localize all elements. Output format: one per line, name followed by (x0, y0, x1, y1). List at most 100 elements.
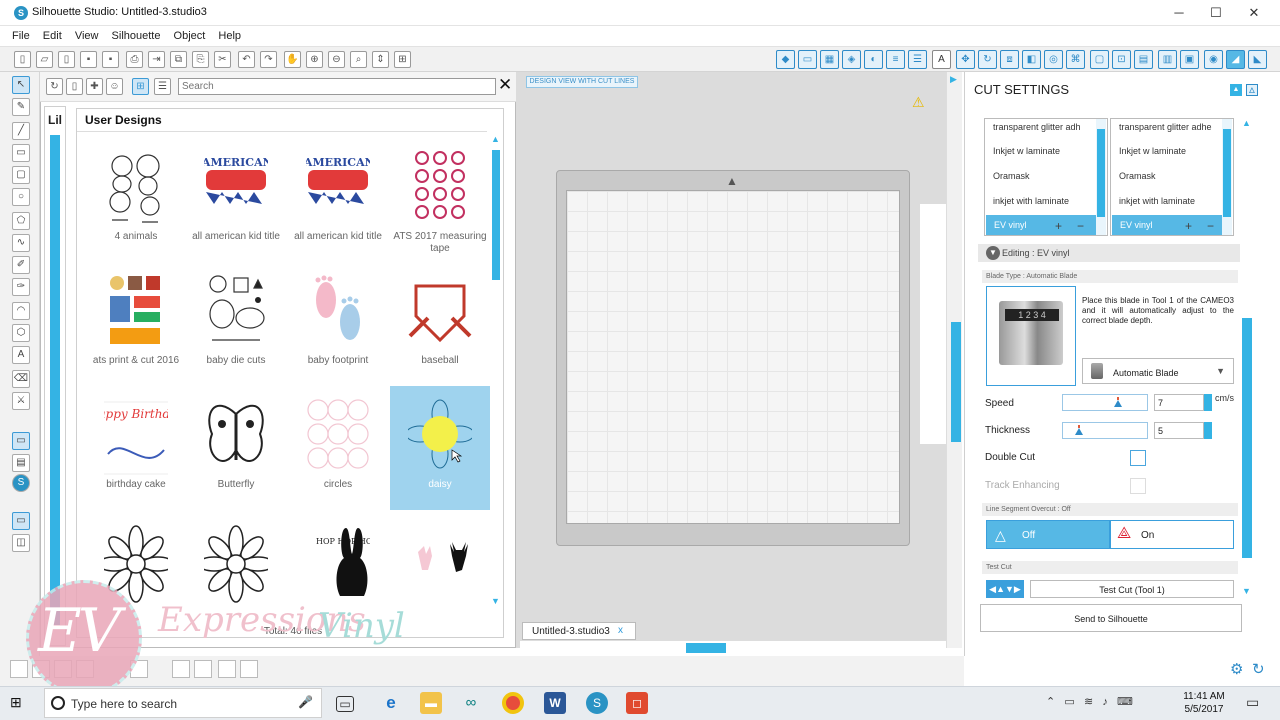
duplicate-icon[interactable] (172, 660, 190, 678)
offset-icon[interactable]: ◎ (1044, 50, 1063, 69)
arduino-icon[interactable]: ∞ (460, 692, 482, 714)
menu-object[interactable]: Object (169, 28, 211, 44)
transform-icon[interactable]: ✥ (956, 50, 975, 69)
device-icon[interactable]: ▯ (66, 78, 83, 95)
smooth-freehand-icon[interactable]: ✑ (12, 278, 30, 296)
user-icon[interactable]: ☺ (106, 78, 123, 95)
design-tile-selected[interactable]: daisy (390, 386, 490, 510)
store-s-icon[interactable]: S (12, 474, 30, 492)
arc-tool-icon[interactable]: ◠ (12, 302, 30, 320)
ellipse-tool-icon[interactable]: ○ (12, 188, 30, 206)
line-color-icon[interactable]: ▭ (798, 50, 817, 69)
refresh-icon[interactable]: ↻ (1252, 660, 1265, 678)
store-icon[interactable]: ▥ (1158, 50, 1177, 69)
notification-icon[interactable]: ▭ (1246, 694, 1259, 711)
scroll-up-icon[interactable]: ▲ (491, 134, 500, 144)
minimize-button[interactable]: ─ (1160, 0, 1198, 26)
design-tile[interactable]: Happy Birthday birthday cake (86, 386, 186, 510)
scroll-up-icon[interactable]: ▲ (1242, 118, 1251, 128)
cutting-area-grid[interactable] (566, 190, 900, 524)
modify-icon[interactable]: ◧ (1022, 50, 1041, 69)
registration-icon[interactable]: ⊡ (1112, 50, 1131, 69)
material-item[interactable]: transparent glitter adhe (1119, 122, 1212, 132)
speed-stepper[interactable] (1204, 394, 1212, 411)
menu-file[interactable]: File (7, 28, 35, 44)
material-list-right[interactable]: transparent glitter adhe Inkjet w lamina… (1110, 118, 1234, 236)
design-tile[interactable]: ats print & cut 2016 (86, 262, 186, 386)
send-to-silhouette-button[interactable]: Send to Silhouette (980, 604, 1242, 632)
material-item[interactable]: inkjet with laminate (993, 196, 1069, 206)
add-user-icon[interactable]: ✚ (86, 78, 103, 95)
tree-scrollbar[interactable] (50, 135, 60, 625)
design-tile[interactable]: HOP HOP HOP (288, 516, 388, 604)
curve-tool-icon[interactable]: ∿ (12, 234, 30, 252)
material-item[interactable]: Inkjet w laminate (993, 146, 1060, 156)
thickness-stepper[interactable] (1204, 422, 1212, 439)
maximize-button[interactable]: ☐ (1197, 0, 1235, 26)
line-tool-icon[interactable]: ╱ (12, 122, 30, 140)
collapse-panel-icon[interactable]: ▲ (1230, 84, 1242, 96)
add-material-icon[interactable]: + (1055, 219, 1062, 233)
list-view-icon[interactable]: ☰ (154, 78, 171, 95)
menu-help[interactable]: Help (213, 28, 246, 44)
text-style-icon[interactable]: A (932, 50, 951, 69)
overcut-on-button[interactable]: ⟁ On (1110, 520, 1234, 549)
design-tile[interactable]: circles (288, 386, 388, 510)
add-material-icon[interactable]: + (1185, 219, 1192, 233)
file-explorer-icon[interactable]: ▬ (420, 692, 442, 714)
rounded-rect-icon[interactable]: ▢ (12, 166, 30, 184)
fill-gradient-icon[interactable]: ▦ (820, 50, 839, 69)
panel-expand-icon[interactable]: ▶ (950, 74, 957, 85)
split-view-icon[interactable]: ◫ (12, 534, 30, 552)
warning-icon[interactable]: ⚠ (912, 94, 928, 110)
microphone-icon[interactable]: 🎤 (298, 695, 313, 709)
design-tile[interactable] (390, 516, 490, 604)
material-list-left[interactable]: transparent glitter adh Inkjet w laminat… (984, 118, 1108, 236)
silhouette-connect-icon[interactable]: ◣ (1248, 50, 1267, 69)
zoom-select-icon[interactable]: ⌕ (350, 51, 367, 68)
select-tool-icon[interactable]: ↖ (12, 76, 30, 94)
library-toggle-icon[interactable]: ▤ (1134, 50, 1153, 69)
design-tile[interactable]: baseball (390, 262, 490, 386)
design-tile[interactable]: baby footprint (288, 262, 388, 386)
windows-start-icon[interactable]: ⊞ (10, 694, 28, 712)
thickness-input[interactable]: 5 (1154, 422, 1204, 439)
thickness-slider[interactable] (1062, 422, 1148, 439)
new-document-icon[interactable]: ▯ (14, 51, 31, 68)
word-icon[interactable]: W (544, 692, 566, 714)
close-window-button[interactable]: ✕ (1235, 0, 1273, 26)
menu-view[interactable]: View (70, 28, 104, 44)
double-cut-checkbox[interactable] (1130, 450, 1146, 466)
material-item[interactable]: transparent glitter adh (993, 122, 1081, 132)
library-icon[interactable]: ▤ (12, 454, 30, 472)
page-setup-icon[interactable]: ▢ (1090, 50, 1109, 69)
send-panel-icon[interactable]: ◉ (1204, 50, 1223, 69)
freehand-icon[interactable]: ✐ (12, 256, 30, 274)
task-view-icon[interactable]: ▭ (336, 696, 354, 712)
design-tile[interactable]: Butterfly (186, 386, 286, 510)
preferences-icon[interactable]: ▣ (1180, 50, 1199, 69)
send-back-icon[interactable] (240, 660, 258, 678)
design-grid-scrollbar[interactable]: ▲ ▼ (490, 134, 502, 610)
shadow-icon[interactable]: ◐ (864, 50, 883, 69)
paste-icon[interactable]: ⎘ (192, 51, 209, 68)
panel-view-icon[interactable]: ▭ (12, 512, 30, 530)
material-item[interactable]: inkjet with laminate (1119, 196, 1195, 206)
refresh-icon[interactable]: ↻ (46, 78, 63, 95)
replicate-icon[interactable]: ⧈ (1000, 50, 1019, 69)
eraser-icon[interactable]: ⌫ (12, 370, 30, 388)
zoom-out-icon[interactable]: ⊖ (328, 51, 345, 68)
undo-icon[interactable]: ↶ (238, 51, 255, 68)
canvas-horizontal-scrollbar[interactable] (520, 640, 946, 654)
cut-settings-scrollbar[interactable]: ▲ ▼ (1240, 118, 1252, 598)
design-page-icon[interactable]: ▭ (12, 432, 30, 450)
zoom-in-icon[interactable]: ⊕ (306, 51, 323, 68)
material-item-selected[interactable]: EV vinyl (1112, 215, 1222, 235)
design-tile[interactable]: ATS 2017 measuring tape (390, 138, 490, 262)
edge-browser-icon[interactable]: e (380, 692, 402, 714)
silhouette-studio-icon[interactable]: S (586, 692, 608, 714)
redo-icon[interactable]: ↷ (260, 51, 277, 68)
taskbar-search[interactable]: Type here to search 🎤 (44, 688, 322, 718)
rectangle-tool-icon[interactable]: ▭ (12, 144, 30, 162)
design-tile[interactable]: ALL AMERICAN Kid all american kid title (288, 138, 388, 262)
